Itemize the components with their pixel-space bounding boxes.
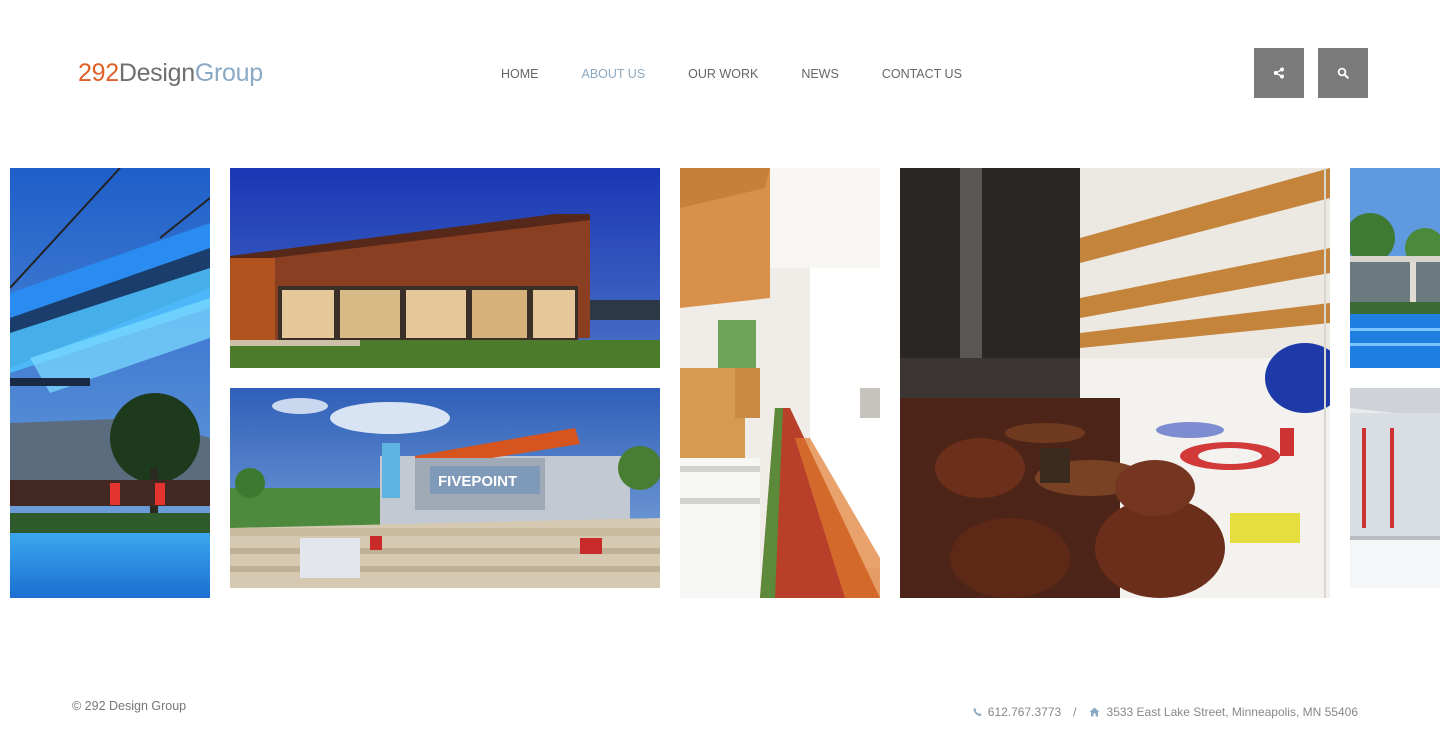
share-button[interactable]: [1254, 48, 1304, 98]
footer-separator: /: [1073, 705, 1077, 719]
fivepoint-sign-text: FIVEPOINT: [438, 473, 517, 490]
project-tile-pool-pavilion[interactable]: [10, 168, 210, 598]
footer-contact: 612.767.3773 / 3533 East Lake Street, Mi…: [973, 705, 1358, 719]
nav-contact-us[interactable]: CONTACT US: [882, 66, 962, 82]
nav-our-work[interactable]: OUR WORK: [688, 66, 758, 82]
logo-design: Design: [118, 59, 195, 87]
pool-pavilion-photo: [10, 168, 210, 598]
footer-copyright: © 292 Design Group: [72, 699, 187, 713]
project-tile-fivepoint-plaza[interactable]: FIVEPOINT: [230, 388, 660, 588]
project-tile-interior-partial[interactable]: [1350, 388, 1440, 588]
interior-partial-photo: [1350, 388, 1440, 588]
site-logo[interactable]: 292DesignGroup: [78, 58, 263, 88]
logo-group: Group: [194, 59, 263, 87]
footer-address: 3533 East Lake Street, Minneapolis, MN 5…: [1106, 705, 1358, 719]
office-corridor-photo: [680, 168, 880, 598]
share-icon: [1273, 67, 1284, 79]
main-nav: HOME ABOUT US OUR WORK NEWS CONTACT US: [501, 66, 1005, 82]
pool-partial-photo: [1350, 168, 1440, 368]
search-icon: [1337, 67, 1349, 79]
fivepoint-plaza-photo: FIVEPOINT: [230, 388, 660, 588]
search-button[interactable]: [1318, 48, 1368, 98]
nav-about-us[interactable]: ABOUT US: [582, 66, 646, 82]
home-icon: [1089, 707, 1100, 717]
phone-icon: [973, 707, 982, 717]
nav-home[interactable]: HOME: [501, 66, 539, 82]
project-tile-building-dusk[interactable]: [230, 168, 660, 368]
curling-lounge-photo: [900, 168, 1330, 598]
building-dusk-photo: [230, 168, 660, 368]
footer-phone[interactable]: 612.767.3773: [988, 705, 1061, 719]
project-tile-office-corridor[interactable]: [680, 168, 880, 598]
logo-number: 292: [78, 59, 119, 87]
nav-news[interactable]: NEWS: [801, 66, 839, 82]
project-tile-pool-partial[interactable]: [1350, 168, 1440, 368]
project-tile-curling-lounge[interactable]: [900, 168, 1330, 598]
